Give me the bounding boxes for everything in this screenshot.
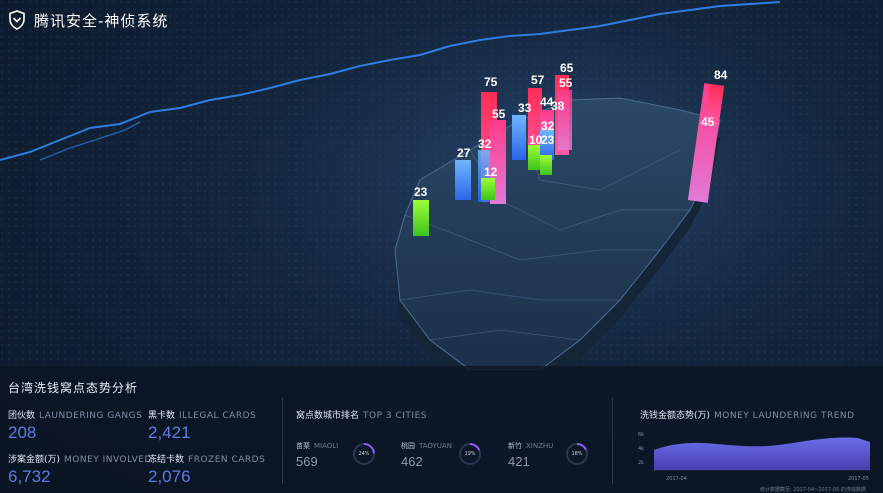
bar-label: 75 bbox=[484, 75, 498, 89]
x-tick: 2017-05 bbox=[848, 476, 869, 482]
bar-label: 33 bbox=[518, 101, 532, 115]
city-name-en: TAOYUAN bbox=[419, 442, 452, 450]
bar bbox=[455, 160, 471, 200]
stat-value: 208 bbox=[8, 423, 37, 442]
bar bbox=[512, 115, 526, 160]
bar-label: 12 bbox=[484, 165, 498, 179]
stat-illegal-cards: 黑卡数 ILLEGAL CARDS 2,421 bbox=[148, 408, 256, 443]
city-item: 新竹 XINZHU 421 bbox=[508, 441, 553, 469]
trend-title: 洗钱金额态势(万) MONEY LAUNDERING TREND bbox=[640, 408, 855, 421]
bar-label: 45 bbox=[701, 115, 715, 129]
divider bbox=[282, 398, 283, 484]
stat-money-involved: 涉案金额(万) MONEY INVOLVED 6,732 bbox=[8, 452, 152, 487]
bar-label: 38 bbox=[551, 99, 565, 113]
bar-label: 23 bbox=[414, 185, 428, 199]
trend-chart: 6k 4k 2k 2017-04 2017-05 bbox=[638, 432, 872, 482]
city-name: 苗栗 bbox=[296, 442, 310, 450]
section-title-cn: 窝点数城市排名 bbox=[296, 411, 360, 421]
city-item: 桃园 TAOYUAN 462 bbox=[401, 441, 452, 469]
bar bbox=[528, 145, 540, 170]
y-tick: 2k bbox=[638, 460, 644, 466]
stat-gangs: 团伙数 LAUNDERING GANGS 208 bbox=[8, 408, 142, 443]
y-tick: 4k bbox=[638, 446, 644, 452]
bar-label: 84 bbox=[714, 68, 728, 82]
stat-label-en: MONEY INVOLVED bbox=[64, 455, 152, 465]
bar-label: 55 bbox=[559, 76, 573, 90]
ring-percent: 19% bbox=[464, 451, 476, 457]
shield-logo-icon bbox=[9, 10, 25, 30]
stat-frozen-cards: 冻结卡数 FROZEN CARDS 2,076 bbox=[148, 452, 265, 487]
stat-label-en: FROZEN CARDS bbox=[188, 455, 266, 465]
stat-label: 冻结卡数 bbox=[148, 455, 185, 465]
bar bbox=[481, 178, 495, 200]
y-tick: 6k bbox=[638, 432, 644, 438]
taiwan-map: 75 57 65 55 33 44 38 55 32 10 23 27 32 1… bbox=[0, 0, 883, 370]
trend-area bbox=[654, 437, 870, 470]
ring-percent: 18% bbox=[571, 451, 583, 457]
bar-label: 57 bbox=[531, 73, 545, 87]
stat-label: 团伙数 bbox=[8, 411, 36, 421]
app-header: 腾讯安全-神侦系统 bbox=[8, 8, 168, 32]
panel-title: 台湾洗钱窝点态势分析 bbox=[8, 381, 139, 395]
bar-label: 27 bbox=[457, 146, 471, 160]
bar-label: 32 bbox=[478, 137, 492, 151]
app-title: 腾讯安全-神侦系统 bbox=[34, 11, 169, 30]
city-name-en: MIAOLI bbox=[314, 442, 339, 450]
x-tick: 2017-04 bbox=[666, 476, 687, 482]
top-cities-title: 窝点数城市排名 TOP 3 CITIES bbox=[296, 408, 427, 421]
city-value: 569 bbox=[296, 454, 318, 469]
stat-value: 6,732 bbox=[8, 467, 51, 486]
bar-label: 55 bbox=[492, 107, 506, 121]
section-title-cn: 洗钱金额态势(万) bbox=[640, 411, 711, 421]
dashboard-stage: 75 57 65 55 33 44 38 55 32 10 23 27 32 1… bbox=[0, 0, 883, 493]
city-value: 421 bbox=[508, 454, 530, 469]
ring-percent: 24% bbox=[358, 451, 370, 457]
section-title-en: MONEY LAUNDERING TREND bbox=[714, 411, 855, 421]
section-title-en: TOP 3 CITIES bbox=[363, 411, 427, 421]
stat-value: 2,076 bbox=[148, 467, 191, 486]
stat-label-en: ILLEGAL CARDS bbox=[179, 411, 257, 421]
city-name-en: XINZHU bbox=[526, 442, 554, 450]
bar-label: 23 bbox=[541, 133, 555, 147]
stat-label: 涉案金额(万) bbox=[8, 455, 61, 465]
bar bbox=[413, 200, 429, 236]
city-name: 桃园 bbox=[401, 442, 415, 450]
bar-label: 65 bbox=[560, 61, 574, 75]
bar-label: 32 bbox=[541, 119, 555, 133]
stat-value: 2,421 bbox=[148, 423, 191, 442]
bar bbox=[540, 155, 552, 175]
city-value: 462 bbox=[401, 454, 423, 469]
city-item: 苗栗 MIAOLI 569 bbox=[296, 441, 338, 469]
divider bbox=[612, 398, 613, 484]
footnote: 统计数据截至: 2017-04~2017-05 的洗钱数据 bbox=[760, 487, 866, 493]
stat-label: 黑卡数 bbox=[148, 411, 176, 421]
city-name: 新竹 bbox=[508, 442, 522, 450]
stat-label-en: LAUNDERING GANGS bbox=[39, 411, 143, 421]
